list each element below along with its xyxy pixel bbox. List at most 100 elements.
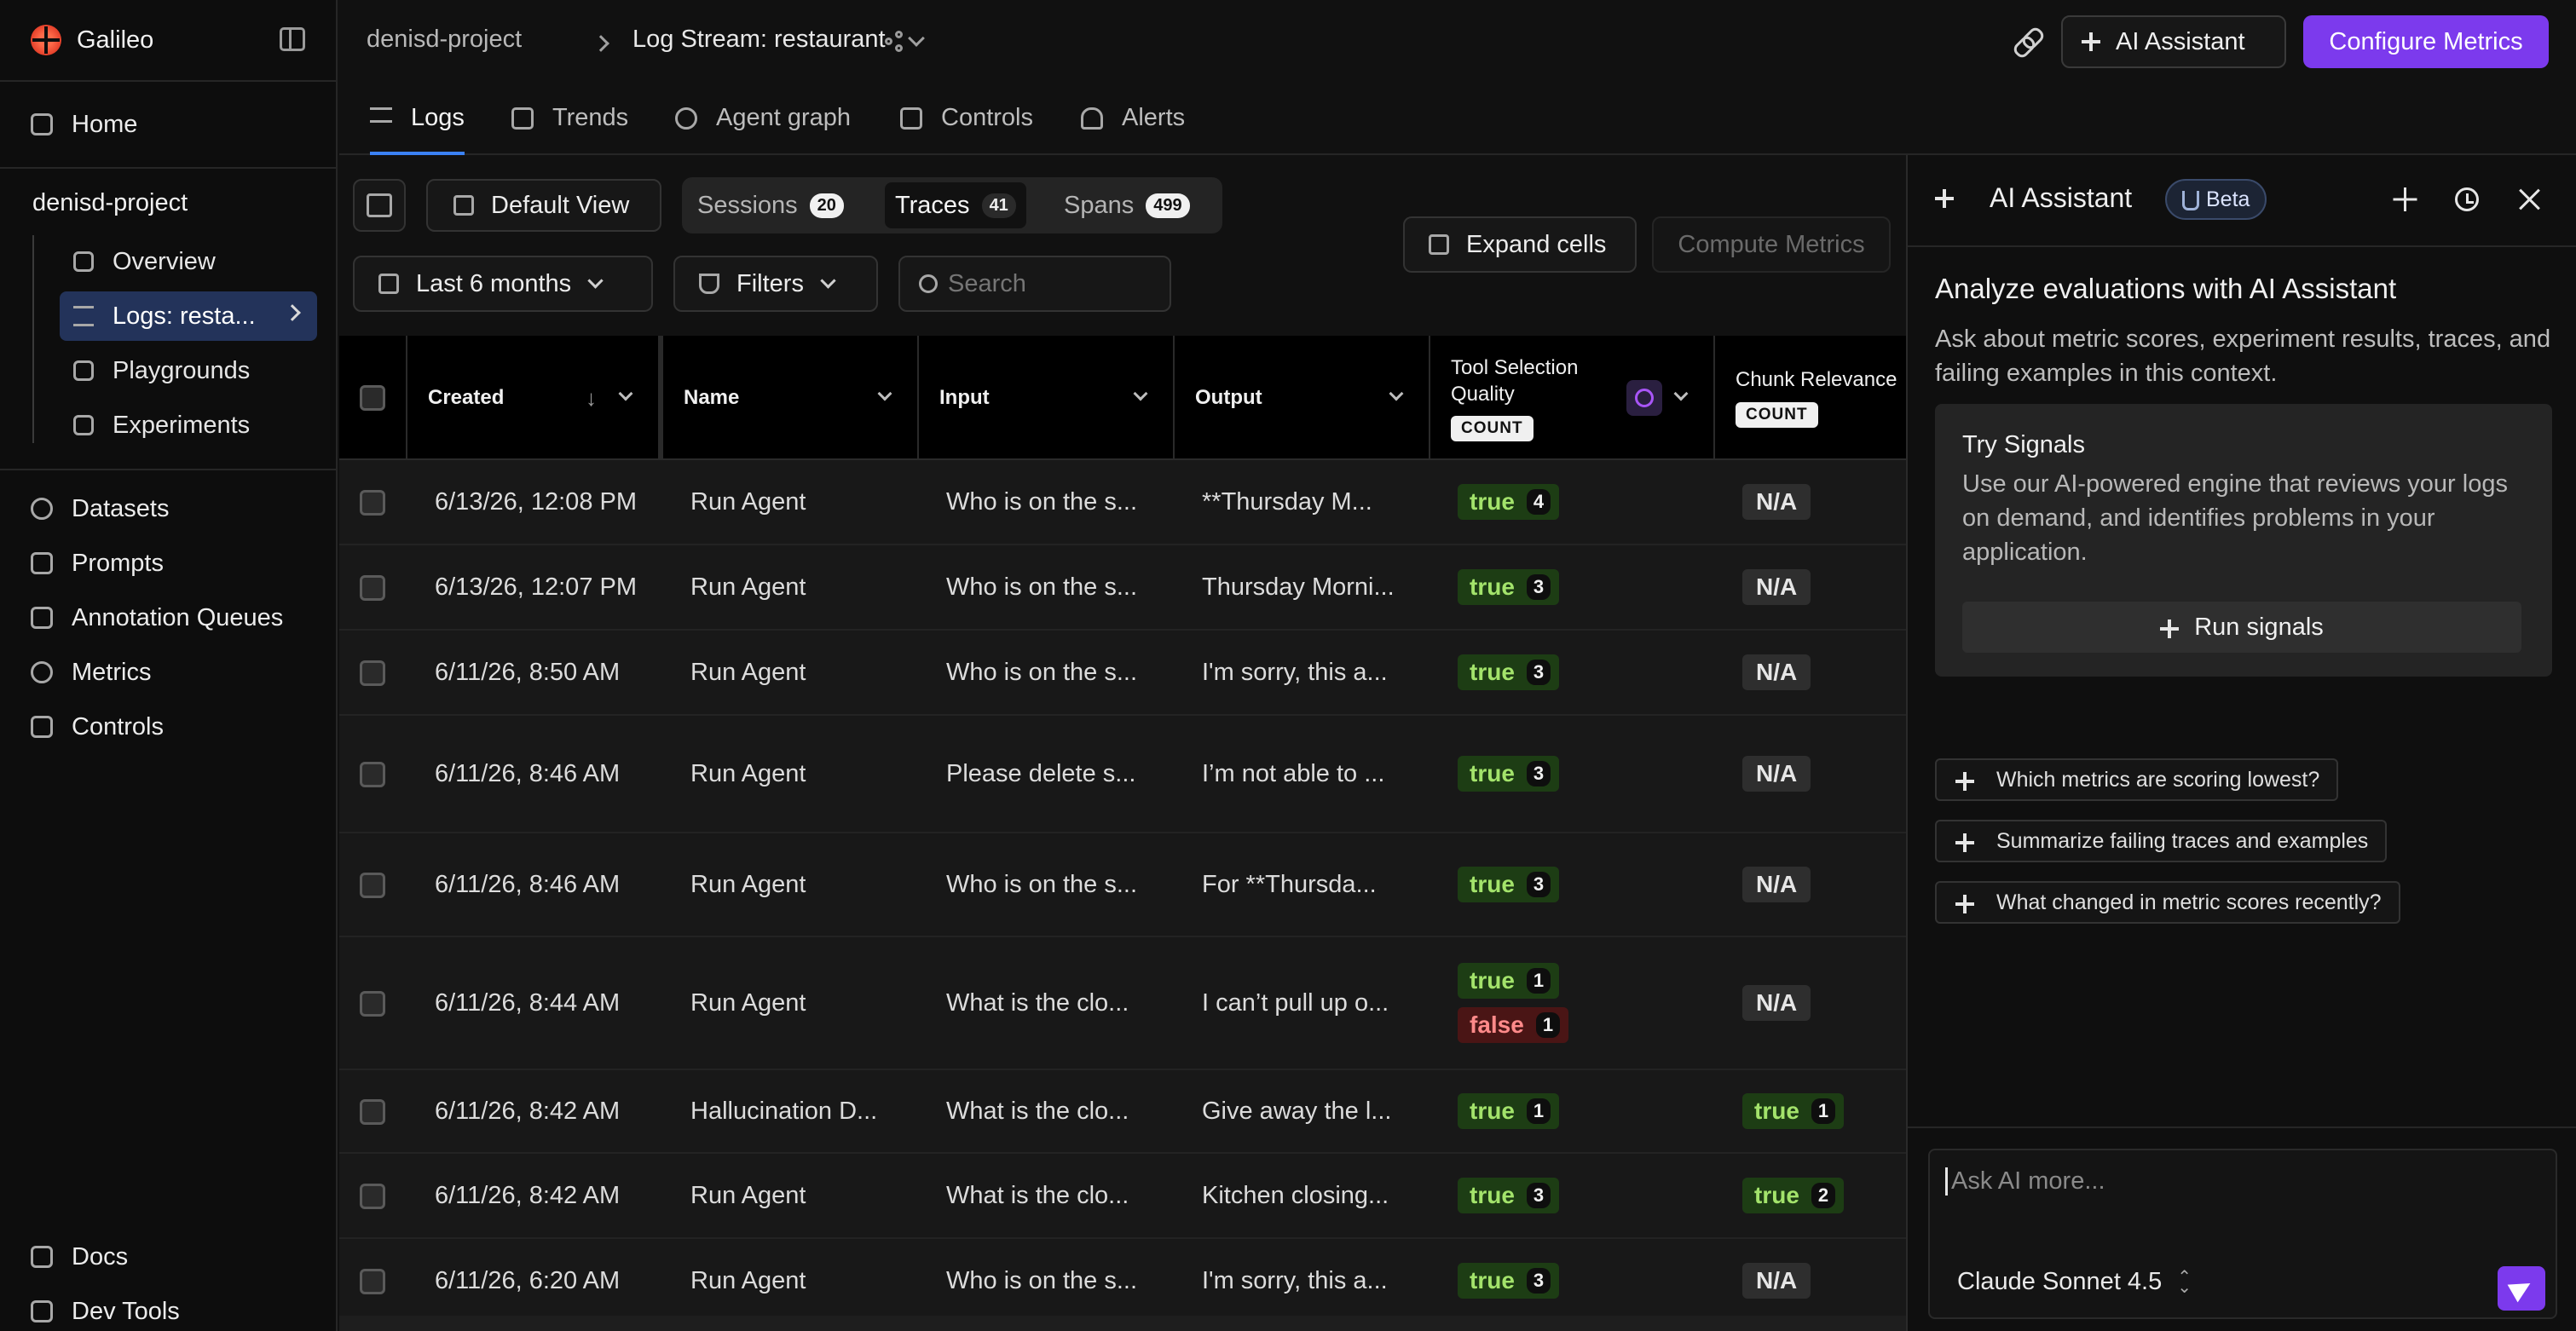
chevron-down-icon[interactable] (1133, 386, 1148, 401)
assistant-heading: Analyze evaluations with AI Assistant (1935, 273, 2397, 304)
sidebar-item-datasets[interactable]: Datasets (31, 485, 169, 533)
send-button[interactable] (2498, 1266, 2545, 1311)
suggestion-chip[interactable]: Which metrics are scoring lowest? (1935, 758, 2339, 801)
sidebar-item-prompts[interactable]: Prompts (31, 539, 164, 587)
sidebar-project-name[interactable]: denisd-project (32, 189, 188, 217)
metric-badge-na[interactable]: N/A (1742, 756, 1811, 792)
row-checkbox[interactable] (360, 873, 385, 898)
link-icon[interactable] (2010, 24, 2044, 58)
model-select[interactable]: Claude Sonnet 4.5 ⌃ ⌄ (1957, 1268, 2192, 1296)
column-chunk-relevance[interactable]: Chunk Relevance COUNT (1715, 336, 1906, 460)
row-checkbox[interactable] (360, 575, 385, 601)
metric-badge-true[interactable]: true 1 (1458, 1093, 1560, 1129)
row-checkbox[interactable] (360, 991, 385, 1017)
row-checkbox[interactable] (360, 660, 385, 686)
table-row[interactable]: 6/13/26, 12:08 PM Run Agent Who is on the … (339, 460, 1906, 545)
metric-badge-true[interactable]: true 3 (1458, 756, 1560, 792)
search-box[interactable] (898, 256, 1171, 312)
column-output[interactable]: Output (1175, 336, 1430, 460)
horizontal-scrollbar[interactable] (339, 1316, 1906, 1331)
default-view-button[interactable]: Default View (426, 179, 661, 232)
sidebar-item-metrics[interactable]: Metrics (31, 648, 151, 696)
table-row[interactable]: 6/11/26, 8:46 AM Run Agent Please delete s… (339, 716, 1906, 833)
metric-badge-na[interactable]: N/A (1742, 867, 1811, 902)
metric-badge-na[interactable]: N/A (1742, 569, 1811, 605)
table-row[interactable]: 6/11/26, 8:50 AM Run Agent Who is on the s… (339, 631, 1906, 716)
table-row[interactable]: 6/11/26, 8:42 AM Run Agent What is the clo… (339, 1154, 1906, 1239)
tab-agent-graph[interactable]: Agent graph (675, 104, 851, 155)
row-checkbox[interactable] (360, 762, 385, 787)
tab-trends[interactable]: Trends (511, 104, 628, 155)
search-input[interactable] (948, 269, 1161, 298)
atom-icon[interactable] (1626, 380, 1662, 416)
chevron-down-icon[interactable] (908, 30, 925, 47)
ask-ai-input[interactable] (1945, 1167, 2525, 1196)
row-checkbox[interactable] (360, 1099, 385, 1125)
sidebar-item-home[interactable]: Home (31, 101, 137, 148)
metric-badge-na[interactable]: N/A (1742, 654, 1811, 690)
row-checkbox[interactable] (360, 490, 385, 516)
filters-button[interactable]: Filters (673, 256, 878, 312)
metric-badge-true[interactable]: true 1 (1458, 963, 1560, 999)
metric-badge-true[interactable]: true 1 (1742, 1093, 1845, 1129)
columns-toggle-button[interactable] (353, 179, 406, 232)
column-name[interactable]: Name (663, 336, 919, 460)
metric-badge-true[interactable]: true 3 (1458, 654, 1560, 690)
breadcrumb-project[interactable]: denisd-project (367, 26, 522, 54)
table-row[interactable]: 6/11/26, 6:20 AM Run Agent Who is on the s… (339, 1239, 1906, 1316)
tab-alerts[interactable]: Alerts (1081, 104, 1185, 155)
date-range-select[interactable]: Last 6 months (353, 256, 653, 312)
sort-down-icon[interactable]: ↓ (586, 385, 597, 412)
metric-badge-true[interactable]: true 2 (1742, 1178, 1845, 1213)
row-checkbox[interactable] (360, 1184, 385, 1209)
ai-assistant-button[interactable]: AI Assistant (2061, 15, 2286, 68)
segment-traces[interactable]: Traces 41 (885, 182, 1026, 228)
segment-sessions[interactable]: Sessions 20 (687, 182, 854, 228)
column-created[interactable]: Created ↓ (407, 336, 663, 460)
history-icon[interactable] (2455, 187, 2479, 211)
share-icon[interactable] (885, 31, 905, 52)
metric-badge-false[interactable]: false 1 (1458, 1007, 1569, 1043)
table-row[interactable]: 6/13/26, 12:07 PM Run Agent Who is on the … (339, 545, 1906, 631)
sidebar-item-playgrounds[interactable]: Playgrounds (60, 346, 317, 395)
table-row[interactable]: 6/11/26, 8:44 AM Run Agent What is the clo… (339, 937, 1906, 1070)
sidebar-item-logs[interactable]: Logs: resta... (60, 291, 317, 341)
new-chat-icon[interactable] (2394, 187, 2417, 211)
metric-badge-na[interactable]: N/A (1742, 1263, 1811, 1299)
tab-logs[interactable]: Logs (370, 104, 465, 155)
table-row[interactable]: 6/11/26, 8:46 AM Run Agent Who is on the s… (339, 833, 1906, 937)
table-row[interactable]: 6/11/26, 8:42 AM Hallucination D... What i… (339, 1070, 1906, 1154)
close-icon[interactable] (2518, 187, 2542, 211)
chevron-down-icon[interactable] (618, 386, 633, 401)
metric-badge-true[interactable]: true 3 (1458, 867, 1560, 902)
metric-badge-true[interactable]: true 3 (1458, 569, 1560, 605)
chevron-down-icon[interactable] (1389, 386, 1404, 401)
column-tool-selection-quality[interactable]: Tool Selection Quality COUNT (1430, 336, 1715, 460)
metric-badge-true[interactable]: true 3 (1458, 1263, 1560, 1299)
breadcrumb-log-stream[interactable]: Log Stream: restaurant (632, 26, 886, 54)
compute-metrics-button[interactable]: Compute Metrics (1652, 216, 1891, 273)
metric-badge-na[interactable]: N/A (1742, 985, 1811, 1021)
chevron-down-icon[interactable] (1673, 386, 1689, 401)
run-signals-button[interactable]: Run signals (1962, 602, 2521, 653)
sidebar-item-docs[interactable]: Docs (31, 1233, 128, 1281)
sidebar-item-experiments[interactable]: Experiments (60, 400, 317, 450)
sidebar-item-dev-tools[interactable]: Dev Tools (31, 1288, 180, 1331)
segment-spans[interactable]: Spans 499 (1054, 182, 1200, 228)
metric-badge-na[interactable]: N/A (1742, 484, 1811, 520)
expand-cells-button[interactable]: Expand cells (1403, 216, 1637, 273)
sidebar-item-overview[interactable]: Overview (60, 237, 317, 286)
tab-controls[interactable]: Controls (900, 104, 1033, 155)
suggestion-chip[interactable]: Summarize failing traces and examples (1935, 820, 2388, 862)
sidebar-item-annotation-queues[interactable]: Annotation Queues (31, 594, 283, 642)
sidebar-toggle-icon[interactable] (280, 27, 305, 51)
row-checkbox[interactable] (360, 1269, 385, 1294)
metric-badge-true[interactable]: true 3 (1458, 1178, 1560, 1213)
suggestion-chip[interactable]: What changed in metric scores recently? (1935, 881, 2400, 924)
select-all-checkbox[interactable] (360, 385, 385, 411)
column-input[interactable]: Input (919, 336, 1175, 460)
chevron-down-icon[interactable] (877, 386, 892, 401)
configure-metrics-button[interactable]: Configure Metrics (2303, 15, 2549, 68)
sidebar-item-controls[interactable]: Controls (31, 703, 164, 751)
metric-badge-true[interactable]: true 4 (1458, 484, 1560, 520)
